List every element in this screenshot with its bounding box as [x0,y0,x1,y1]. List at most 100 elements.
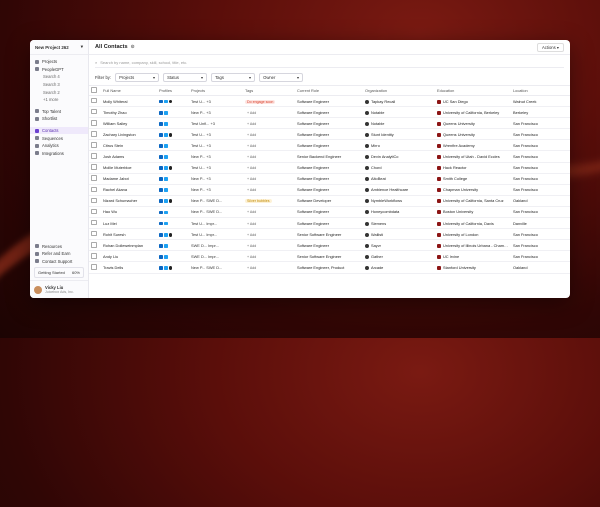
tags-cell[interactable]: + Add [243,217,295,230]
projects[interactable]: Test U... +3 [189,162,243,174]
tags-cell[interactable]: + Add [243,117,295,130]
row-checkbox[interactable] [89,261,101,274]
twitter-icon[interactable] [163,266,168,270]
row-checkbox[interactable] [89,239,101,252]
full-name[interactable]: Rachel Akana [101,184,157,196]
twitter-icon[interactable] [163,221,168,226]
tag[interactable]: + Add [245,122,258,126]
table-row[interactable]: Luz Mei Test U... Impr... + Add Software En… [89,217,570,230]
tag[interactable]: + Add [245,222,258,226]
linkedin-icon[interactable] [159,243,163,248]
column-header[interactable]: Full Name [101,86,157,96]
tag[interactable]: + Add [245,188,258,192]
column-header[interactable]: Organization [363,86,435,96]
twitter-icon[interactable] [163,177,168,182]
full-name[interactable]: Rohit Suresh [101,228,157,241]
filter-projects[interactable]: Projects ▾ [115,73,160,82]
projects[interactable]: New P... +3 [189,184,243,196]
row-checkbox[interactable] [89,117,101,130]
table-row[interactable]: Travis Dells New P... SWE D... + Add Softwa… [89,261,570,274]
getting-started[interactable]: Getting Started 60% [34,267,84,278]
table-row[interactable]: Andy Liu SWE D... Impr... + Add Senior Soft… [89,250,570,263]
linkedin-icon[interactable] [159,166,163,170]
linkedin-icon[interactable] [159,177,163,182]
linkedin-icon[interactable] [159,99,163,104]
projects[interactable]: New P... SWE D... [189,261,243,274]
tag[interactable]: + Add [245,266,258,270]
full-name[interactable]: Zachary Livingston [101,128,157,141]
projects[interactable]: Test U... Impr... [189,228,243,241]
tag[interactable]: + Add [245,133,258,137]
tag[interactable]: + Add [245,111,258,115]
linkedin-icon[interactable] [159,143,163,148]
tag[interactable]: Do engage soon [245,99,276,104]
full-name[interactable]: William Salley [101,117,157,130]
filter-status[interactable]: Status ▾ [163,73,208,82]
sidebar-item[interactable]: Contacts [30,126,88,135]
filter-tags[interactable]: Tags ▾ [211,73,256,82]
projects[interactable]: Test U... +3 [189,128,243,141]
column-header[interactable]: Profiles [157,86,189,96]
row-checkbox[interactable] [89,217,101,230]
full-name[interactable]: Travis Dells [101,261,157,274]
tag[interactable]: + Add [245,144,258,148]
sidebar-item[interactable]: Integrations [30,150,88,158]
sidebar-bottom-item[interactable]: Resources [30,242,88,250]
twitter-icon[interactable] [163,110,168,115]
tags-cell[interactable]: + Add [243,106,295,119]
select-all-checkbox[interactable] [89,86,101,96]
tag[interactable]: + Add [245,255,258,259]
table-row[interactable]: Hao Wu New P... SWE D... + Add Software Eng… [89,206,570,219]
sidebar-item[interactable]: Top Talent [30,108,88,116]
full-name[interactable]: Josh Adams [101,150,157,163]
github-icon[interactable] [168,99,173,104]
project-selector[interactable]: New Project 262 ▾ [30,40,88,55]
row-checkbox[interactable] [89,184,101,196]
table-row[interactable]: Timothy Zhao New P... +3 + Add Software Eng… [89,106,570,119]
linkedin-icon[interactable] [159,121,163,126]
projects[interactable]: New P... SWE D... [189,206,243,219]
linkedin-icon[interactable] [159,210,163,215]
sidebar-item[interactable]: Search 2 [30,88,88,96]
tag[interactable]: + Add [245,244,258,248]
github-icon[interactable] [168,266,173,270]
twitter-icon[interactable] [163,143,168,148]
table-row[interactable]: Rachel Akana New P... +3 + Add Software Eng… [89,184,570,196]
column-header[interactable]: Current Role [295,86,363,96]
full-name[interactable]: Rohan Dolleweinmplan [101,239,157,252]
table-row[interactable]: Citrus Stein Test U... +3 + Add Software En… [89,139,570,152]
tags-cell[interactable]: + Add [243,239,295,252]
full-name[interactable]: Hao Wu [101,206,157,219]
row-checkbox[interactable] [89,139,101,152]
tags-cell[interactable]: + Add [243,173,295,185]
twitter-icon[interactable] [163,199,168,204]
projects[interactable]: Test U... +3 [189,95,243,108]
full-name[interactable]: Madame Jabot [101,173,157,185]
full-name[interactable]: Nizard Schumacher [101,195,157,207]
column-header[interactable]: Projects [189,86,243,96]
tags-cell[interactable]: + Add [243,206,295,219]
table-row[interactable]: Nizard Schumacher New P... SWE D... Silver… [89,195,570,207]
projects[interactable]: Test Unfi... +3 [189,117,243,130]
twitter-icon[interactable] [163,210,168,215]
table-row[interactable]: Rohan Dolleweinmplan SWE D... Impr... + Ad… [89,239,570,252]
linkedin-icon[interactable] [159,232,163,237]
tag[interactable]: + Add [245,233,258,237]
full-name[interactable]: Timothy Zhao [101,106,157,119]
twitter-icon[interactable] [163,243,168,248]
tags-cell[interactable]: + Add [243,162,295,174]
linkedin-icon[interactable] [159,199,163,204]
tags-cell[interactable]: Silver bubbles [243,195,295,207]
sidebar-item[interactable]: Search 3 [30,81,88,89]
tags-cell[interactable]: + Add [243,250,295,263]
row-checkbox[interactable] [89,162,101,174]
column-header[interactable]: Education [435,86,511,96]
row-checkbox[interactable] [89,206,101,219]
filter-owner[interactable]: Owner ▾ [259,73,304,82]
linkedin-icon[interactable] [159,254,163,259]
twitter-icon[interactable] [163,166,168,170]
projects[interactable]: New P... SWE D... [189,195,243,207]
projects[interactable]: New P... +3 [189,106,243,119]
row-checkbox[interactable] [89,106,101,119]
projects[interactable]: SWE D... Impr... [189,239,243,252]
